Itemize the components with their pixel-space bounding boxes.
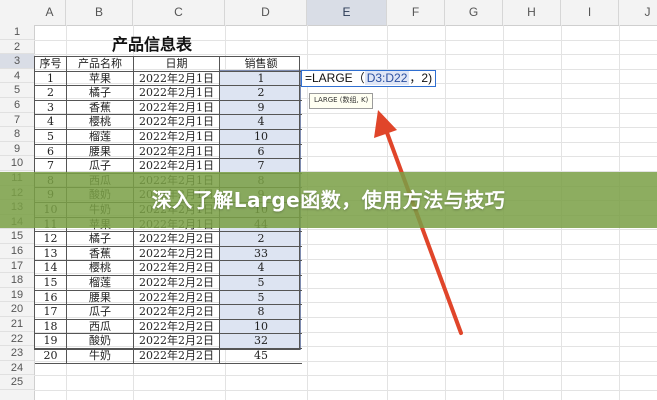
caption-text: 深入了解Large函数，使用方法与技巧 (151, 188, 506, 212)
arrow-head (374, 110, 397, 138)
spreadsheet: ABCDEFGHIJ 12345678910111213141516171819… (0, 0, 657, 400)
arrow-shaft (384, 128, 463, 335)
